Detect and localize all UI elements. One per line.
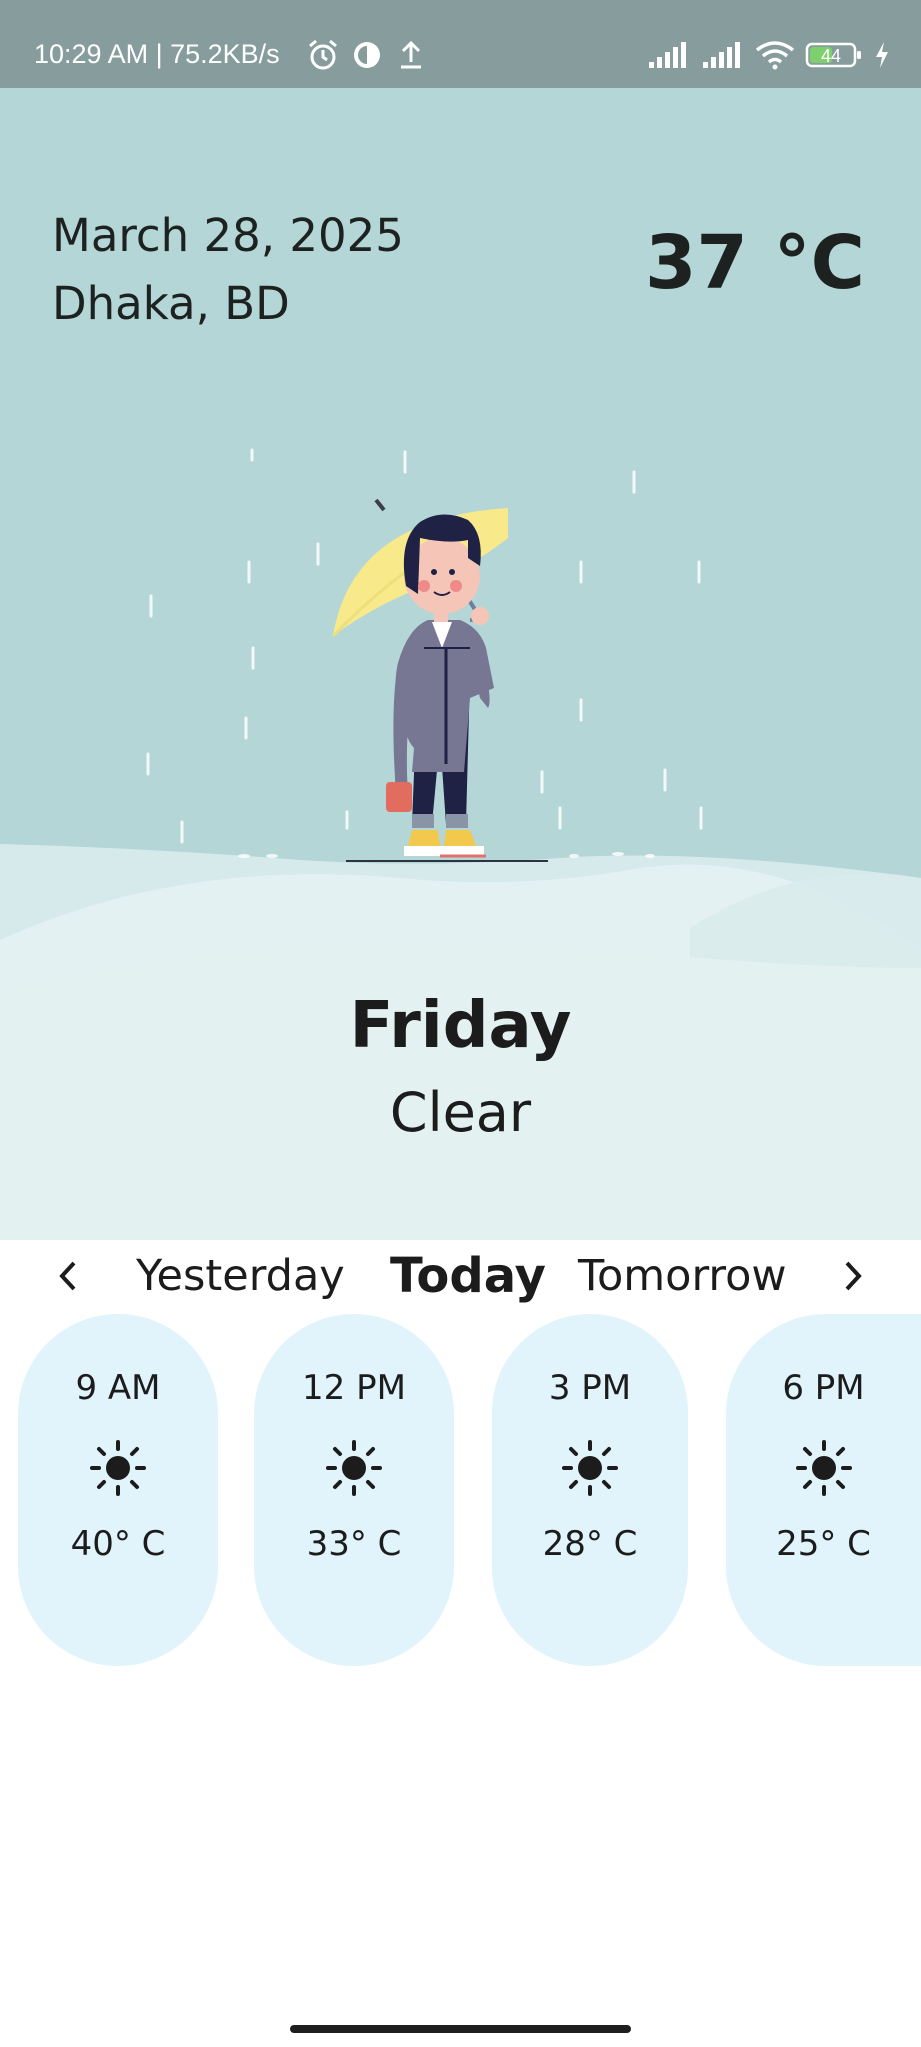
- chevron-right-icon: [845, 1261, 862, 1291]
- hour-time: 9 AM: [75, 1368, 161, 1408]
- hour-time: 3 PM: [548, 1368, 632, 1408]
- tab-tomorrow[interactable]: Tomorrow: [578, 1244, 787, 1308]
- day-selector: Yesterday Today Tomorrow: [0, 1240, 921, 1312]
- upload-icon: [401, 40, 421, 69]
- wifi-icon: [755, 41, 795, 70]
- hour-temperature: 28° C: [542, 1524, 638, 1564]
- current-temperature: 37 °C: [644, 220, 865, 306]
- hour-temperature: 25° C: [776, 1524, 871, 1564]
- hour-temperature: 33° C: [306, 1524, 402, 1564]
- battery-icon: 44: [805, 42, 861, 68]
- hour-time: 12 PM: [302, 1368, 406, 1408]
- home-indicator[interactable]: [290, 2025, 631, 2033]
- status-bar: 10:29 AM | 75.2KB/s 44: [0, 0, 921, 88]
- sun-icon: [326, 1440, 382, 1496]
- current-date: March 28, 2025: [52, 209, 404, 262]
- hourly-card[interactable]: 6 PM 25° C: [726, 1314, 921, 1666]
- previous-day-button[interactable]: [48, 1254, 88, 1298]
- signal-icon: [649, 42, 686, 68]
- sun-icon: [90, 1440, 146, 1496]
- weather-condition: Clear: [389, 1081, 532, 1144]
- sun-icon: [562, 1440, 618, 1496]
- hour-time: 6 PM: [782, 1368, 865, 1408]
- hourly-card[interactable]: 12 PM 33° C: [254, 1314, 454, 1666]
- sun-icon: [795, 1440, 852, 1496]
- hour-temperature: 40° C: [70, 1524, 166, 1564]
- status-time-speed: 10:29 AM | 75.2KB/s: [34, 39, 280, 69]
- weather-hero: March 28, 2025 Dhaka, BD 37 °C Friday Cl…: [0, 88, 921, 1240]
- battery-level: 44: [821, 46, 841, 66]
- chevron-left-icon: [59, 1261, 76, 1291]
- girl-with-umbrella: [331, 498, 508, 858]
- tab-today[interactable]: Today: [390, 1244, 546, 1308]
- signal-icon: [703, 42, 740, 68]
- alarm-icon: [309, 39, 337, 70]
- tab-yesterday[interactable]: Yesterday: [136, 1244, 345, 1308]
- hourly-card[interactable]: 3 PM 28° C: [492, 1314, 688, 1666]
- hourly-card[interactable]: 9 AM 40° C: [18, 1314, 218, 1666]
- day-name: Friday: [349, 989, 572, 1063]
- data-saver-icon: [354, 42, 380, 68]
- location: Dhaka, BD: [52, 277, 290, 330]
- next-day-button[interactable]: [833, 1254, 873, 1298]
- charging-icon: [876, 42, 888, 68]
